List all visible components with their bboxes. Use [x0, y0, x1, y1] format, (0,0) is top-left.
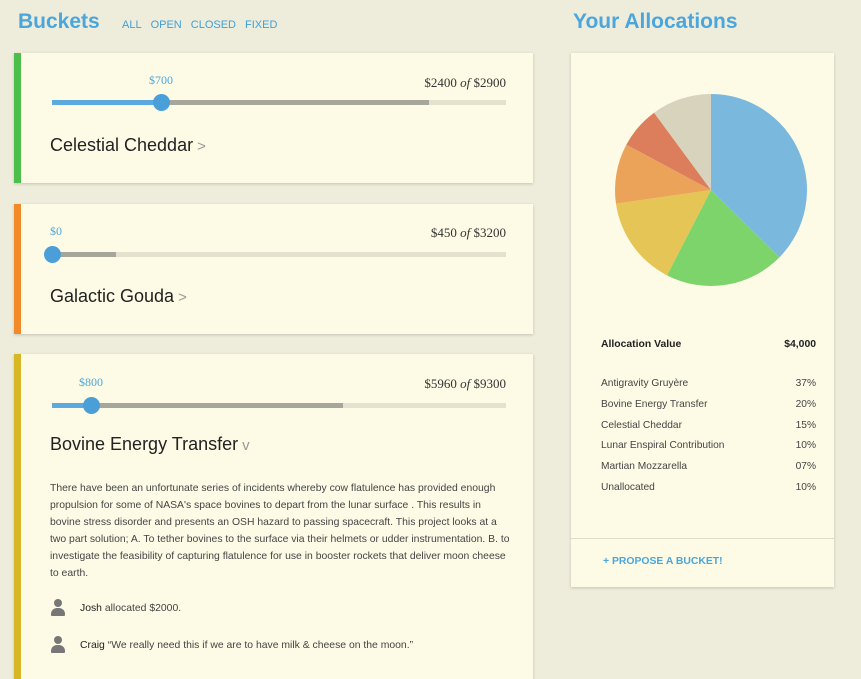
- allocation-percent: 10%: [795, 440, 816, 452]
- my-allocation-value: $0: [50, 224, 62, 238]
- of-word: of: [460, 376, 471, 391]
- allocation-pie-chart: [615, 94, 807, 286]
- funded-amount: $2400: [424, 75, 457, 90]
- allocation-row: Celestial Cheddar 15%: [601, 420, 816, 441]
- my-allocation-bar: [52, 100, 161, 105]
- allocation-row: Unallocated 10%: [601, 482, 816, 503]
- allocation-name: Celestial Cheddar: [601, 419, 682, 431]
- allocation-name: Bovine Energy Transfer: [601, 398, 708, 410]
- allocation-percent: 07%: [795, 461, 816, 473]
- allocation-percent: 10%: [795, 481, 816, 493]
- funded-progress-bar: [52, 252, 116, 257]
- bucket-status-stripe: [14, 204, 21, 334]
- allocation-slider[interactable]: [52, 94, 506, 111]
- filter-fixed[interactable]: FIXED: [245, 19, 277, 31]
- allocations-panel: Allocation Value $4,000 Antigravity Gruy…: [571, 53, 834, 587]
- user-icon: [50, 636, 66, 654]
- bucket-status-stripe: [14, 53, 21, 183]
- target-amount: $3200: [473, 225, 507, 240]
- allocation-row: Bovine Energy Transfer 20%: [601, 399, 816, 420]
- target-amount: $9300: [473, 376, 507, 391]
- bucket-funding-total: $450 of $3200: [431, 225, 506, 241]
- funded-amount: $450: [430, 225, 457, 240]
- user-icon: [50, 599, 66, 617]
- bucket-name[interactable]: Bovine Energy Transfer v: [50, 434, 250, 455]
- comment-body: “We really need this if we are to have m…: [107, 639, 414, 651]
- allocation-value-label: Allocation Value: [601, 339, 682, 350]
- allocation-slider[interactable]: [52, 397, 506, 414]
- bucket-filters: ALL OPEN CLOSED FIXED: [122, 19, 277, 31]
- allocation-row: Martian Mozzarella 07%: [601, 461, 816, 482]
- propose-bucket-link[interactable]: + PROPOSE A BUCKET!: [603, 556, 723, 567]
- comment-text: Josh allocated $2000.: [80, 603, 181, 614]
- comment-user: Josh: [80, 602, 102, 614]
- chevron-right-icon: >: [197, 138, 206, 155]
- allocation-name: Unallocated: [601, 481, 655, 493]
- comment: Craig “We really need this if we are to …: [50, 636, 413, 654]
- allocation-percent: 15%: [795, 419, 816, 431]
- chevron-right-icon: >: [178, 289, 187, 306]
- allocation-percent: 20%: [795, 398, 816, 410]
- buckets-title: Buckets: [18, 10, 100, 33]
- bucket-card: $700 $2400 of $2900 Celestial Cheddar >: [14, 53, 533, 183]
- bucket-funding-total: $5960 of $9300: [424, 376, 506, 392]
- of-word: of: [460, 75, 471, 90]
- bucket-name-label: Galactic Gouda: [50, 286, 175, 306]
- slider-handle[interactable]: [44, 246, 61, 263]
- allocation-name: Antigravity Gruyère: [601, 378, 689, 389]
- bucket-card: $0 $450 of $3200 Galactic Gouda >: [14, 204, 533, 334]
- allocation-name: Lunar Enspiral Contribution: [601, 440, 725, 452]
- comment-user: Craig: [80, 639, 105, 651]
- bucket-name-label: Celestial Cheddar: [50, 135, 194, 155]
- comment-text: Craig “We really need this if we are to …: [80, 640, 413, 651]
- my-allocation-value: $800: [79, 375, 104, 389]
- allocation-value-amount: $4,000: [784, 339, 816, 350]
- bucket-card: $800 $5960 of $9300 Bovine Energy Transf…: [14, 354, 533, 679]
- allocations-title: Your Allocations: [573, 10, 738, 33]
- bucket-funding-total: $2400 of $2900: [424, 75, 506, 91]
- allocation-slider[interactable]: [44, 246, 506, 263]
- allocation-row: Lunar Enspiral Contribution 10%: [601, 440, 816, 461]
- comment-body: allocated $2000.: [104, 602, 182, 614]
- slider-handle[interactable]: [83, 397, 101, 414]
- allocation-row: Antigravity Gruyère 37%: [601, 378, 816, 399]
- allocation-name: Martian Mozzarella: [601, 461, 688, 473]
- bucket-description: There have been an unfortunate series of…: [50, 483, 510, 579]
- funded-amount: $5960: [424, 376, 457, 391]
- chevron-down-icon: v: [242, 437, 250, 454]
- panel-divider: [571, 538, 834, 539]
- target-amount: $2900: [473, 75, 507, 90]
- bucket-status-stripe: [14, 354, 21, 679]
- filter-closed[interactable]: CLOSED: [191, 19, 236, 31]
- comment: Josh allocated $2000.: [50, 599, 181, 617]
- allocation-percent: 37%: [795, 378, 816, 389]
- filter-open[interactable]: OPEN: [151, 19, 182, 31]
- bucket-name-label: Bovine Energy Transfer: [50, 434, 239, 454]
- of-word: of: [460, 225, 471, 240]
- slider-handle[interactable]: [152, 94, 170, 111]
- my-allocation-value: $700: [148, 73, 173, 87]
- allocation-list: Antigravity Gruyère 37% Bovine Energy Tra…: [601, 378, 816, 503]
- bucket-name[interactable]: Celestial Cheddar >: [50, 135, 206, 156]
- filter-all[interactable]: ALL: [122, 19, 142, 31]
- bucket-name[interactable]: Galactic Gouda >: [50, 286, 187, 307]
